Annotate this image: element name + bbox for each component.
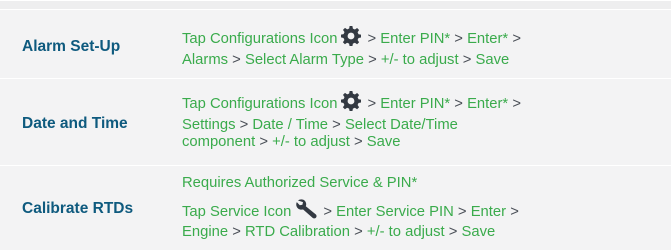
step-text: Save: [475, 51, 510, 68]
separator: >: [462, 51, 472, 68]
step-text: Enter*: [467, 96, 509, 112]
separator: >: [353, 134, 363, 150]
step-text: +/- to adjust: [380, 51, 459, 68]
step-text: Settings: [182, 116, 236, 133]
separator: >: [512, 96, 521, 112]
step-text: +/- to adjust: [366, 224, 445, 240]
instruction-line: component > +/- to adjust > Save: [182, 134, 662, 152]
separator: >: [332, 116, 341, 133]
table-row-calibrate-rtds: Calibrate RTDs Requires Authorized Servi…: [0, 165, 671, 250]
separator: >: [454, 31, 463, 47]
step-text: Enter PIN*: [380, 31, 451, 47]
row-label: Alarm Set-Up: [22, 38, 121, 55]
step-text: Enter*: [467, 31, 509, 47]
separator: >: [232, 51, 241, 68]
separator: >: [239, 116, 249, 133]
instruction-line: Settings > Date / Time > Select Date/Tim…: [182, 117, 662, 135]
row-label: Calibrate RTDs: [22, 200, 134, 217]
instruction-line: Alarms > Select Alarm Type > +/- to adju…: [182, 52, 662, 70]
separator: >: [232, 224, 241, 240]
wrench-icon: [295, 198, 317, 225]
step-text: Save: [366, 134, 401, 150]
table-top-band: [0, 0, 671, 9]
step-text: RTD Calibration: [244, 224, 350, 240]
instructions-table: Alarm Set-Up Tap Configurations Icon > En…: [0, 0, 671, 250]
step-text: Tap Configurations Icon: [182, 31, 338, 47]
row-instructions: Tap Configurations Icon > Enter PIN* > En…: [182, 26, 662, 69]
step-text: Alarms: [182, 51, 229, 68]
table-row-alarm-setup: Alarm Set-Up Tap Configurations Icon > En…: [0, 9, 671, 78]
gear-icon: [341, 26, 362, 52]
step-text: +/- to adjust: [272, 134, 350, 150]
separator: >: [454, 96, 463, 112]
separator: >: [368, 51, 377, 68]
separator: >: [367, 31, 377, 47]
separator: >: [457, 203, 467, 220]
step-text: Save: [461, 224, 496, 240]
separator: >: [259, 134, 268, 150]
step-text: Tap Configurations Icon: [182, 96, 338, 112]
row-instructions: Tap Configurations Icon > Enter PIN* > En…: [182, 91, 662, 152]
step-text: Engine: [182, 224, 229, 240]
separator: >: [510, 203, 519, 220]
row-instructions: Requires Authorized Service & PIN* Tap S…: [182, 175, 662, 242]
step-text: Enter PIN*: [380, 96, 451, 112]
instruction-line: Tap Configurations Icon > Enter PIN* > En…: [182, 91, 662, 117]
instruction-line: Tap Configurations Icon > Enter PIN* > En…: [182, 26, 662, 52]
step-text: Tap Service Icon: [182, 203, 292, 220]
step-text: component: [182, 134, 256, 150]
requirement-note: Requires Authorized Service & PIN*: [182, 175, 418, 191]
step-text: Enter Service PIN: [336, 203, 454, 220]
separator: >: [323, 203, 333, 220]
separator: >: [354, 224, 363, 240]
separator: >: [367, 96, 377, 112]
step-text: Date / Time: [252, 116, 329, 133]
gear-icon: [341, 91, 362, 117]
step-text: Enter: [470, 203, 507, 220]
step-text: Select Date/Time: [344, 116, 458, 133]
row-label: Date and Time: [22, 115, 128, 132]
instruction-line: Engine > RTD Calibration > +/- to adjust…: [182, 224, 662, 242]
step-text: Select Alarm Type: [244, 51, 364, 68]
table-row-date-time: Date and Time Tap Configurations Icon > E…: [0, 78, 671, 165]
instruction-line: Tap Service Icon > Enter Service PIN > En…: [182, 198, 662, 225]
separator: >: [512, 31, 521, 47]
separator: >: [448, 224, 458, 240]
